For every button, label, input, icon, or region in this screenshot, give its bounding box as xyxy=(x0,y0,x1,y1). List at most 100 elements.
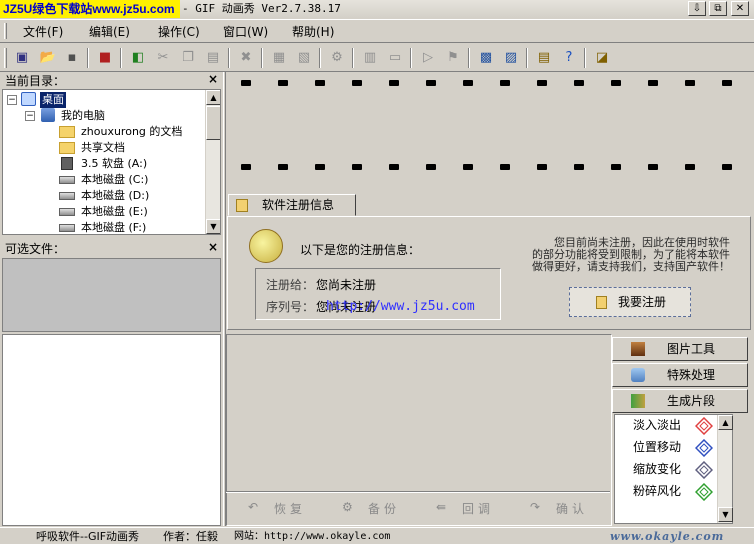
tree-scrollbar[interactable]: ▲ ▼ xyxy=(205,90,220,234)
film-sprocket-hole xyxy=(611,164,621,170)
serial-label: 序列号： xyxy=(266,300,315,314)
confirm-icon: ↷ xyxy=(530,500,545,514)
special-process-icon xyxy=(631,368,645,382)
file-list[interactable] xyxy=(2,334,221,526)
settings-icon[interactable]: ⚙ xyxy=(327,48,347,68)
computer-icon xyxy=(41,108,55,122)
tree-item-drive-d[interactable]: 本地磁盘 (D:) xyxy=(81,188,149,204)
tree-expander[interactable]: − xyxy=(25,111,35,121)
recall-icon: ⇚ xyxy=(436,500,451,514)
scroll-down-icon[interactable]: ▼ xyxy=(206,219,220,234)
paste-icon[interactable]: ▤ xyxy=(203,48,223,68)
tree-expander[interactable]: − xyxy=(7,95,17,105)
open-icon[interactable]: 📂 xyxy=(38,48,58,68)
minimize-button[interactable]: ⇩ xyxy=(688,1,706,16)
shatter-effect-icon xyxy=(695,483,713,501)
tree-item-floppy-a[interactable]: 3.5 软盘 (A:) xyxy=(81,156,147,172)
unregistered-notice: 您目前尚未注册，因此在使用时软件 的部分功能将受到限制，为了能将本软件 做得更好… xyxy=(505,237,730,273)
frame-edit-icon[interactable]: ▦ xyxy=(269,48,289,68)
files-panel-close-icon[interactable]: × xyxy=(208,240,218,254)
toolbar-separator xyxy=(410,48,412,68)
image-tools-label: 图片工具 xyxy=(667,342,716,356)
filmstrip[interactable] xyxy=(227,72,751,190)
folder-icon xyxy=(59,126,75,138)
film-icon[interactable]: ▣ xyxy=(12,48,32,68)
notice-line: 做得更好，请支持我们，支持国产软件！ xyxy=(532,260,730,273)
record-icon[interactable]: ■ xyxy=(95,48,115,68)
menu-operate[interactable]: 操作(C) xyxy=(158,24,200,40)
okayle-logo: www.okayle.com xyxy=(610,530,725,543)
url-watermark: http://www.jz5u.com xyxy=(326,299,475,314)
recall-button[interactable]: 回调 xyxy=(462,500,494,517)
restore-button[interactable]: ⧉ xyxy=(709,1,727,16)
menu-edit[interactable]: 编辑(E) xyxy=(89,24,130,40)
effect-scale[interactable]: 缩放变化 xyxy=(633,461,681,477)
grid-icon[interactable]: ▥ xyxy=(360,48,380,68)
close-button[interactable]: ✕ xyxy=(731,1,749,16)
export-icon[interactable]: ▨ xyxy=(501,48,521,68)
save-icon[interactable]: ▪ xyxy=(62,48,82,68)
floppy-icon xyxy=(61,157,73,170)
register-button[interactable]: 我要注册 xyxy=(569,287,691,317)
tree-item-drive-e[interactable]: 本地磁盘 (E:) xyxy=(81,204,148,220)
restore-icon: ⧉ xyxy=(714,3,722,14)
tree-item-my-computer[interactable]: 我的电脑 xyxy=(61,108,105,124)
restore-action-button[interactable]: 恢复 xyxy=(274,500,306,517)
register-icon[interactable]: ◪ xyxy=(592,48,612,68)
registered-to-label: 注册给： xyxy=(266,278,315,292)
film-sprocket-hole xyxy=(574,80,584,86)
scroll-up-icon[interactable]: ▲ xyxy=(206,90,220,105)
tab-registration-info[interactable]: 软件注册信息 xyxy=(228,194,356,216)
toolbar-grip xyxy=(4,48,7,68)
import-icon[interactable]: ▩ xyxy=(476,48,496,68)
move-effect-icon xyxy=(695,439,713,457)
generate-clip-button[interactable]: 生成片段 xyxy=(612,389,748,413)
film-sprocket-hole xyxy=(278,80,288,86)
special-process-button[interactable]: 特殊处理 xyxy=(612,363,748,387)
effect-move[interactable]: 位置移动 xyxy=(633,439,681,455)
scale-effect-icon xyxy=(695,461,713,479)
dir-panel-close-icon[interactable]: × xyxy=(208,72,218,86)
effects-scrollbar[interactable]: ▲ ▼ xyxy=(717,415,733,523)
new-frame-icon[interactable]: ◧ xyxy=(128,48,148,68)
drive-icon xyxy=(59,224,75,232)
menu-file[interactable]: 文件(F) xyxy=(23,24,63,40)
delete-icon[interactable]: ✖ xyxy=(236,48,256,68)
backup-button[interactable]: 备份 xyxy=(368,500,400,517)
scroll-down-icon[interactable]: ▼ xyxy=(718,507,733,522)
play-icon[interactable]: ▷ xyxy=(418,48,438,68)
film-sprocket-hole xyxy=(389,164,399,170)
menu-help[interactable]: 帮助(H) xyxy=(292,24,334,40)
tree-item-drive-c[interactable]: 本地磁盘 (C:) xyxy=(81,172,148,188)
effect-fade[interactable]: 淡入淡出 xyxy=(633,417,681,433)
effect-shatter[interactable]: 粉碎风化 xyxy=(633,483,681,499)
generate-clip-icon xyxy=(631,394,645,408)
close-icon: ✕ xyxy=(735,3,745,14)
confirm-button[interactable]: 确认 xyxy=(556,500,588,517)
toolbar-separator xyxy=(526,48,528,68)
dir-panel-title: 当前目录： xyxy=(5,74,66,88)
directory-tree[interactable]: − 桌面 − 我的电脑 zhouxurong 的文档 共享文档 3.5 软盘 (… xyxy=(2,89,221,235)
scroll-thumb[interactable] xyxy=(206,106,220,140)
toolbar: ▣ 📂 ▪ ■ ◧ ✂ ❐ ▤ ✖ ▦ ▧ ⚙ ▥ ▭ ▷ ⚑ ▩ ▨ ▤ ? … xyxy=(0,44,754,72)
menu-window[interactable]: 窗口(W) xyxy=(223,24,268,40)
folder-icon xyxy=(59,142,75,154)
tree-item-my-docs[interactable]: zhouxurong 的文档 xyxy=(81,124,182,140)
cut-icon[interactable]: ✂ xyxy=(153,48,173,68)
frame-export-icon[interactable]: ▧ xyxy=(294,48,314,68)
frame-icon[interactable]: ▭ xyxy=(385,48,405,68)
effects-list[interactable]: 淡入淡出 位置移动 缩放变化 粉碎风化 ▲ ▼ xyxy=(614,414,733,524)
tree-item-shared-docs[interactable]: 共享文档 xyxy=(81,140,125,156)
scroll-up-icon[interactable]: ▲ xyxy=(718,415,733,430)
tree-item-desktop[interactable]: 桌面 xyxy=(40,92,66,108)
document-icon[interactable]: ▤ xyxy=(534,48,554,68)
image-tools-button[interactable]: 图片工具 xyxy=(612,337,748,361)
desktop-icon xyxy=(21,92,36,106)
toolbar-separator xyxy=(228,48,230,68)
register-button-label: 我要注册 xyxy=(618,295,667,309)
copy-icon[interactable]: ❐ xyxy=(178,48,198,68)
tree-item-drive-f[interactable]: 本地磁盘 (F:) xyxy=(81,220,146,234)
help-icon[interactable]: ? xyxy=(559,48,579,68)
status-bar: 呼吸软件--GIF动画秀 作者：任毅 网站：http://www.okayle.… xyxy=(0,527,754,544)
flag-icon[interactable]: ⚑ xyxy=(443,48,463,68)
